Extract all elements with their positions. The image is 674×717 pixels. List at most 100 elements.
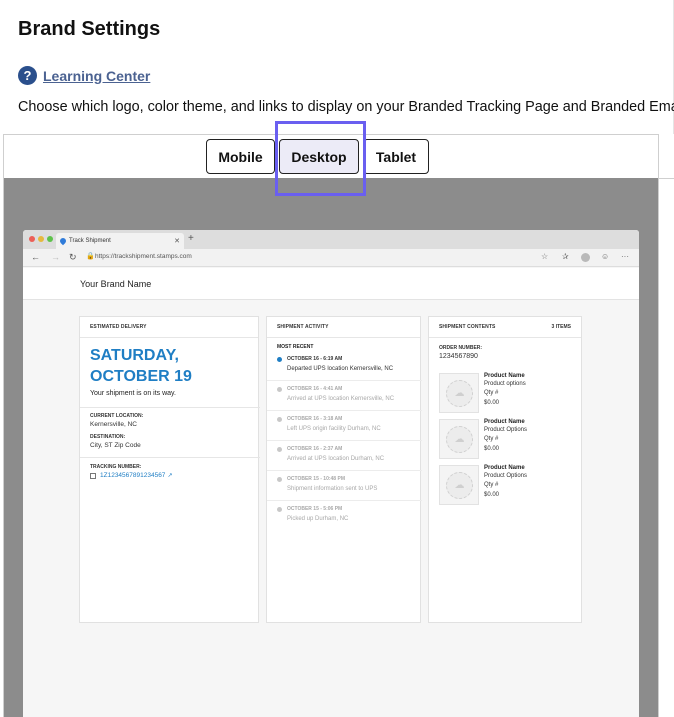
card-header: SHIPMENT ACTIVITY: [267, 317, 420, 338]
close-dot-icon: [29, 236, 35, 242]
product-options: Product options: [484, 381, 526, 387]
order-number-label: ORDER NUMBER:: [439, 345, 483, 351]
event-desc: Departed UPS location Kernersville, NC: [287, 366, 394, 372]
minimize-dot-icon: [38, 236, 44, 242]
browser-tab: Track Shipment ✕: [56, 233, 184, 249]
estimated-delivery-card: ESTIMATED DELIVERY SATURDAY, OCTOBER 19 …: [79, 316, 260, 623]
product-price: $0.00: [484, 400, 500, 406]
product-options: Product Options: [484, 427, 528, 433]
divider: [267, 470, 422, 471]
product-options: Product Options: [484, 473, 528, 479]
external-link-icon: ↗: [167, 473, 173, 479]
more-icon: ···: [621, 252, 629, 261]
event-time: OCTOBER 16 - 3:18 AM: [287, 416, 343, 422]
order-number: 1234567890: [439, 353, 478, 360]
card-title: SHIPMENT ACTIVITY: [277, 324, 329, 330]
product-item: ☁ Product Name Product Options Qty # $0.…: [439, 419, 579, 461]
event-time: OCTOBER 15 - 10:48 PM: [287, 476, 345, 482]
divider: [267, 410, 422, 411]
divider: [267, 440, 422, 441]
destination-label: DESTINATION:: [90, 434, 126, 440]
tab-desktop[interactable]: Desktop: [279, 139, 359, 174]
product-name: Product Name: [484, 465, 525, 471]
browser-preview: Track Shipment ✕ + ← → ↻ 🔒 https://track…: [23, 230, 639, 717]
image-placeholder-icon: ☁: [446, 472, 473, 499]
product-item: ☁ Product Name Product Options Qty # $0.…: [439, 465, 579, 507]
shipment-contents-card: SHIPMENT CONTENTS 3 ITEMS ORDER NUMBER: …: [428, 316, 582, 623]
forward-arrow-icon: →: [51, 252, 60, 262]
image-placeholder-icon: ☁: [446, 426, 473, 453]
dot-icon: [277, 477, 282, 482]
device-tabs: Mobile Desktop Tablet: [206, 139, 429, 174]
event-time: OCTOBER 16 - 2:37 AM: [287, 446, 343, 452]
delivery-status: Your shipment is on its way.: [90, 390, 176, 397]
event-time: OCTOBER 16 - 4:41 AM: [287, 386, 343, 392]
lock-icon: 🔒: [86, 253, 95, 260]
product-qty: Qty #: [484, 436, 499, 442]
product-qty: Qty #: [484, 482, 499, 488]
delivery-date-line2: OCTOBER 19: [90, 368, 192, 385]
tracking-number-link[interactable]: 1Z1234567891234567 ↗: [100, 472, 172, 479]
page-description: Choose which logo, color theme, and link…: [18, 99, 674, 115]
close-icon: ✕: [174, 238, 180, 245]
tab-mobile[interactable]: Mobile: [206, 139, 275, 174]
tab-tablet[interactable]: Tablet: [363, 139, 429, 174]
divider: [80, 457, 260, 458]
site-header: Your Brand Name: [23, 268, 639, 300]
shipment-activity-card: SHIPMENT ACTIVITY MOST RECENT OCTOBER 16…: [266, 316, 422, 623]
event-desc: Left UPS origin facility Durham, NC: [287, 426, 381, 432]
event-time: OCTOBER 15 - 5:06 PM: [287, 506, 343, 512]
maximize-dot-icon: [47, 236, 53, 242]
plus-icon: +: [188, 233, 194, 244]
active-dot-icon: [277, 357, 282, 362]
product-image: ☁: [439, 419, 479, 459]
tracking-label: TRACKING NUMBER:: [90, 464, 142, 470]
browser-tab-title: Track Shipment: [69, 238, 111, 244]
barcode-icon: [90, 473, 96, 479]
brand-name: Your Brand Name: [80, 279, 152, 289]
product-image: ☁: [439, 465, 479, 505]
card-title: ESTIMATED DELIVERY: [90, 324, 147, 330]
event-desc: Picked up Durham, NC: [287, 516, 349, 522]
product-price: $0.00: [484, 446, 500, 452]
event-time: OCTOBER 16 - 6:19 AM: [287, 356, 343, 362]
dot-icon: [277, 387, 282, 392]
card-title: SHIPMENT CONTENTS: [439, 324, 496, 330]
page-title: Brand Settings: [18, 18, 161, 40]
avatar: [581, 253, 590, 262]
current-location-label: CURRENT LOCATION:: [90, 413, 144, 419]
dot-icon: [277, 447, 282, 452]
delivery-date: SATURDAY, OCTOBER 19: [90, 345, 250, 387]
card-header: SHIPMENT CONTENTS 3 ITEMS: [429, 317, 581, 338]
item-count: 3 ITEMS: [551, 324, 571, 330]
reload-icon: ↻: [69, 252, 77, 262]
most-recent-label: MOST RECENT: [277, 344, 314, 350]
browser-titlebar: Track Shipment ✕ +: [23, 230, 639, 249]
image-placeholder-icon: ☁: [446, 380, 473, 407]
location-pin-icon: [58, 236, 68, 246]
product-image: ☁: [439, 373, 479, 413]
smiley-icon: ☺: [601, 252, 610, 261]
back-arrow-icon: ←: [31, 252, 40, 262]
event-desc: Shipment information sent to UPS: [287, 486, 378, 492]
dot-icon: [277, 417, 282, 422]
divider: [659, 178, 674, 179]
browser-url: https://trackshipment.stamps.com: [95, 253, 192, 260]
question-circle-icon[interactable]: ?: [18, 66, 37, 85]
help-row: ? Learning Center: [18, 66, 150, 85]
card-header: ESTIMATED DELIVERY: [80, 317, 258, 338]
event-desc: Arrived at UPS location Kernersville, NC: [287, 396, 395, 402]
product-item: ☁ Product Name Product options Qty # $0.…: [439, 373, 579, 415]
divider: [80, 407, 260, 408]
divider: [267, 500, 422, 501]
dot-icon: [277, 507, 282, 512]
tracking-number[interactable]: 1Z1234567891234567: [100, 472, 165, 479]
current-location: Kernersville, NC: [90, 421, 137, 428]
product-name: Product Name: [484, 373, 525, 379]
learning-center-link[interactable]: Learning Center: [43, 68, 150, 84]
browser-addressbar: ← → ↻ 🔒 https://trackshipment.stamps.com…: [23, 249, 639, 267]
event-desc: Arrived at UPS location Durham, NC: [287, 456, 385, 462]
star-icon: ☆: [541, 252, 549, 261]
product-price: $0.00: [484, 492, 500, 498]
destination: City, ST Zip Code: [90, 442, 141, 449]
